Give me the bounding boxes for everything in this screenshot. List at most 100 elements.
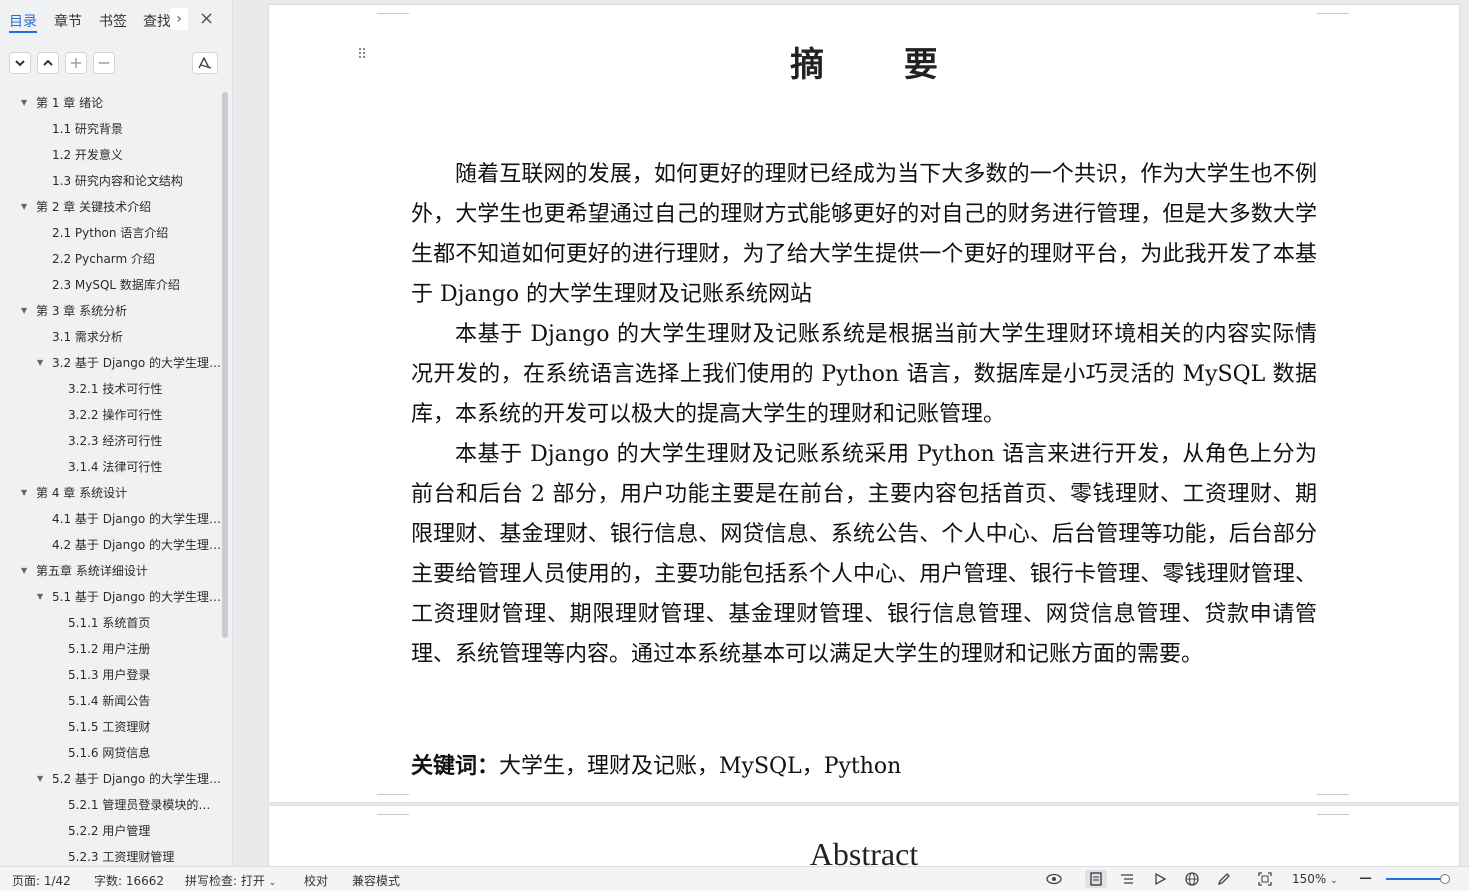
add-heading-button[interactable]	[65, 52, 87, 74]
toc-item-label: 5.2.1 管理员登录模块的实现	[68, 798, 222, 812]
abstract-body: 随着互联网的发展，如何更好的理财已经成为当下大多数的一个共识，作为大学生也不例外…	[411, 155, 1317, 675]
crop-mark	[1317, 806, 1349, 815]
toc-item[interactable]: ▼ 5.2 基于 Django 的大学生理财及记账系统后台功能模块	[0, 766, 222, 792]
toc-item-label: 第 1 章 绪论	[36, 96, 104, 110]
page-view-icon[interactable]	[1085, 870, 1107, 888]
zoom-value: 150%	[1292, 872, 1327, 886]
toc-item[interactable]: 5.1.1 系统首页	[0, 610, 222, 636]
page-count[interactable]: 页面: 1/42	[12, 872, 71, 889]
caret-down-icon[interactable]: ▼	[21, 194, 27, 220]
caret-down-icon[interactable]: ▼	[37, 350, 43, 376]
spellcheck-toggle[interactable]: 拼写检查: 打开 ⌄	[185, 872, 276, 889]
toc-item[interactable]: ▼ 第 4 章 系统设计	[0, 480, 222, 506]
remove-heading-button[interactable]	[93, 52, 115, 74]
chevron-down-icon	[15, 60, 25, 67]
word-count[interactable]: 字数: 16662	[94, 872, 164, 889]
tab-chapters[interactable]: 章节	[54, 11, 82, 31]
play-icon[interactable]	[1151, 870, 1169, 888]
caret-down-icon[interactable]: ▼	[37, 766, 43, 792]
toc-item[interactable]: 2.1 Python 语言介绍	[0, 220, 222, 246]
toc-item[interactable]: 5.2.3 工资理财管理	[0, 844, 222, 866]
toc-style-button[interactable]	[192, 52, 218, 74]
active-tab-indicator	[9, 31, 37, 33]
abstract-heading: Abstract	[809, 836, 919, 866]
toc-item[interactable]: 3.1.4 法律可行性	[0, 454, 222, 480]
globe-icon[interactable]	[1183, 870, 1201, 888]
keywords-line: 关键词：大学生，理财及记账，MySQL，Python	[411, 748, 1317, 780]
crop-mark	[1317, 794, 1349, 803]
caret-down-icon[interactable]: ▼	[21, 558, 27, 584]
tab-toc[interactable]: 目录	[9, 11, 37, 31]
caret-down-icon[interactable]: ▼	[21, 480, 27, 506]
chevron-up-icon	[43, 59, 53, 66]
crop-mark	[377, 806, 409, 815]
eye-icon[interactable]	[1045, 870, 1063, 888]
compat-mode-label: 兼容模式	[352, 874, 401, 888]
expand-all-button[interactable]	[9, 52, 31, 74]
toc-item[interactable]: ▼ 第五章 系统详细设计	[0, 558, 222, 584]
toc-item[interactable]: ▼ 第 1 章 绪论	[0, 90, 222, 116]
clear-format-icon	[198, 57, 212, 69]
toc-item[interactable]: 1.1 研究背景	[0, 116, 222, 142]
page-title: 摘 要	[790, 45, 972, 85]
fit-page-icon[interactable]	[1256, 870, 1274, 888]
chevron-down-icon: ⌄	[268, 878, 277, 888]
toc-item[interactable]: ▼ 5.1 基于 Django 的大学生理财及记账系统前台功能模块	[0, 584, 222, 610]
toc-item[interactable]: 5.1.3 用户登录	[0, 662, 222, 688]
toc-item[interactable]: 1.2 开发意义	[0, 142, 222, 168]
page-1: ⠿ 摘 要 随着互联网的发展，如何更好的理财已经成为当下大多数的一个共识，作为大…	[269, 5, 1459, 802]
toc-item[interactable]: 3.1 需求分析	[0, 324, 222, 350]
toc-item[interactable]: 4.2 基于 Django 的大学生理财及记账系统数据库设计	[0, 532, 222, 558]
zoom-slider-handle[interactable]	[1440, 874, 1450, 884]
close-pane-icon[interactable]: ×	[199, 8, 214, 30]
plus-icon	[71, 58, 81, 68]
tab-bookmarks[interactable]: 书签	[99, 11, 127, 31]
zoom-level[interactable]: 150% ⌄	[1292, 872, 1338, 886]
crop-mark	[1317, 5, 1349, 14]
toc-item[interactable]: 1.3 研究内容和论文结构	[0, 168, 222, 194]
zoom-slider[interactable]	[1386, 878, 1448, 880]
caret-down-icon[interactable]: ▼	[37, 584, 43, 610]
toc-item[interactable]: 4.1 基于 Django 的大学生理财及记账系统结构设计	[0, 506, 222, 532]
toc-item[interactable]: ▼ 第 3 章 系统分析	[0, 298, 222, 324]
toc-item[interactable]: 5.2.1 管理员登录模块的实现	[0, 792, 222, 818]
toc-item-label: 5.2 基于 Django 的大学生理财及记账系统后台功能模块	[52, 772, 222, 786]
caret-down-icon[interactable]: ▼	[21, 90, 27, 116]
toc-item[interactable]: 5.1.4 新闻公告	[0, 688, 222, 714]
toc-item[interactable]: ▼ 第 2 章 关键技术介绍	[0, 194, 222, 220]
toc-item-label: 4.1 基于 Django 的大学生理财及记账系统结构设计	[52, 512, 222, 526]
toc-item[interactable]: 5.1.2 用户注册	[0, 636, 222, 662]
toc-item[interactable]: 2.3 MySQL 数据库介绍	[0, 272, 222, 298]
tabs-scroll-right-icon[interactable]: ›	[170, 8, 188, 30]
pen-icon[interactable]	[1215, 870, 1233, 888]
tab-find[interactable]: 查找	[143, 11, 171, 31]
toc-item-label: 1.1 研究背景	[52, 122, 123, 136]
zoom-out-icon[interactable]: −	[1358, 868, 1373, 889]
document-area: ⠿ 摘 要 随着互联网的发展，如何更好的理财已经成为当下大多数的一个共识，作为大…	[233, 0, 1469, 866]
toc-item-label: 5.2.3 工资理财管理	[68, 850, 175, 864]
toc-item-label: 3.1.4 法律可行性	[68, 460, 163, 474]
toc-item[interactable]: 3.2.2 操作可行性	[0, 402, 222, 428]
toc-item[interactable]: 3.2.1 技术可行性	[0, 376, 222, 402]
toc-item-label: 第五章 系统详细设计	[36, 564, 148, 578]
toc-item[interactable]: 2.2 Pycharm 介绍	[0, 246, 222, 272]
toc-item-label: 5.1.2 用户注册	[68, 642, 151, 656]
toc-item-label: 5.1.1 系统首页	[68, 616, 151, 630]
paragraph: 随着互联网的发展，如何更好的理财已经成为当下大多数的一个共识，作为大学生也不例外…	[411, 162, 1317, 307]
toc-item[interactable]: 5.1.5 工资理财	[0, 714, 222, 740]
toc-item-label: 3.2.2 操作可行性	[68, 408, 163, 422]
chevron-down-icon: ⌄	[1330, 876, 1338, 886]
outline-view-icon[interactable]	[1118, 870, 1136, 888]
toc-item[interactable]: 5.1.6 网贷信息	[0, 740, 222, 766]
toc-item[interactable]: ▼ 3.2 基于 Django 的大学生理财及记账系统可行性分析	[0, 350, 222, 376]
sidebar-scrollbar[interactable]	[222, 92, 228, 638]
toc-item[interactable]: 3.2.3 经济可行性	[0, 428, 222, 454]
toc-tree: ▼ 第 1 章 绪论 1.1 研究背景 1.2 开发意义 1.3 研究内容和论文结构 ▼ 第…	[0, 90, 222, 866]
proofread-button[interactable]: 校对	[304, 872, 328, 889]
crop-mark	[377, 794, 409, 803]
collapse-all-button[interactable]	[37, 52, 59, 74]
toc-item-label: 5.1 基于 Django 的大学生理财及记账系统前台功能模块	[52, 590, 222, 604]
paragraph: 本基于 Django 的大学生理财及记账系统采用 Python 语言来进行开发，…	[411, 442, 1317, 667]
toc-item[interactable]: 5.2.2 用户管理	[0, 818, 222, 844]
caret-down-icon[interactable]: ▼	[21, 298, 27, 324]
